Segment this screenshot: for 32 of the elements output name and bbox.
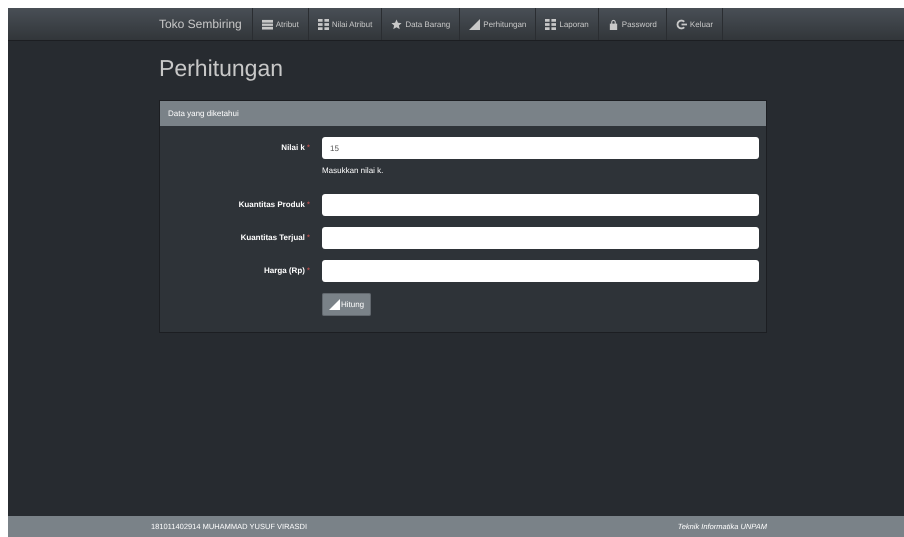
required-mark: * [306, 233, 310, 242]
field-label: Kuantitas Terjual [240, 233, 305, 242]
input-field[interactable] [322, 260, 759, 282]
nav-link[interactable]: Nilai Atribut [308, 8, 382, 40]
field-label: Kuantitas Produk [238, 200, 305, 209]
field-label: Harga (Rp) [264, 266, 305, 275]
input-field[interactable] [322, 227, 759, 249]
page-title: Perhitungan [159, 54, 284, 83]
list-icon [262, 18, 273, 30]
grid-icon [545, 18, 556, 30]
brand-name[interactable]: Toko Sembiring [150, 8, 253, 40]
bar-chart-icon [469, 18, 480, 30]
bar-chart-icon [329, 299, 340, 310]
calculate-button[interactable]: Hitung [322, 293, 372, 316]
nav-link[interactable]: Keluar [666, 8, 723, 40]
nav-link[interactable]: Laporan [536, 8, 599, 40]
nav-link[interactable]: Password [598, 8, 667, 40]
panel-heading: Data yang diketahui [160, 101, 766, 126]
nav-link[interactable]: Data Barang [382, 8, 460, 40]
logout-icon [676, 18, 687, 30]
field-label: Nilai k [281, 143, 305, 152]
star-icon [391, 18, 402, 30]
required-mark: * [306, 143, 310, 152]
input-field[interactable]: 15 [322, 137, 759, 159]
required-mark: * [306, 200, 310, 209]
nav-link[interactable]: Atribut [252, 8, 309, 40]
input-field[interactable] [322, 194, 759, 216]
required-mark: * [306, 266, 310, 275]
grid-icon [318, 18, 329, 30]
lock-icon [608, 18, 619, 30]
nav-link[interactable]: Perhitungan [460, 8, 536, 40]
help-text: Masukkan nilai k. [322, 166, 384, 175]
